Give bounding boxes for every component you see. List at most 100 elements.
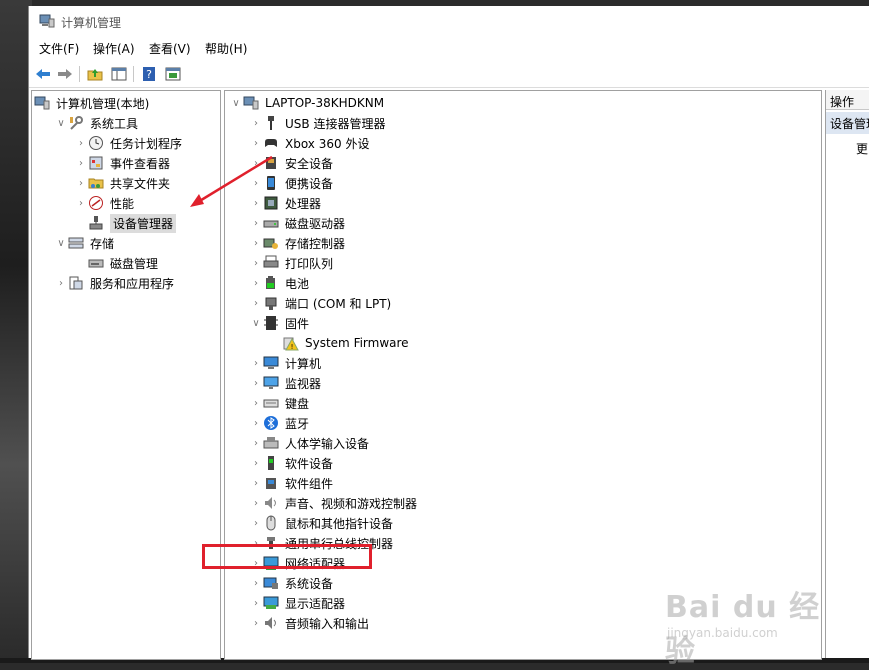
device-category[interactable]: › 端口 (COM 和 LPT) xyxy=(249,293,391,313)
properties-button[interactable] xyxy=(163,64,183,84)
menu-help[interactable]: 帮助(H) xyxy=(205,40,247,57)
device-category[interactable]: › 监视器 xyxy=(249,373,321,393)
up-folder-button[interactable] xyxy=(85,64,105,84)
chevron-right-icon[interactable]: › xyxy=(249,153,263,173)
device-category[interactable]: › 软件组件 xyxy=(249,473,333,493)
chevron-down-icon[interactable]: ∨ xyxy=(54,113,68,133)
device-category[interactable]: ∨ 固件 xyxy=(249,313,309,333)
device-tree-root[interactable]: ∨ LAPTOP-38KHDKNM xyxy=(229,93,384,113)
tree-item-label: 系统工具 xyxy=(90,116,139,131)
chevron-down-icon[interactable]: ∨ xyxy=(229,93,243,113)
device-category[interactable]: › 蓝牙 xyxy=(249,413,309,433)
chevron-right-icon[interactable]: › xyxy=(249,133,263,153)
device-category[interactable]: › 键盘 xyxy=(249,393,309,413)
disk-management-icon xyxy=(88,259,104,268)
device-category-label: 鼠标和其他指针设备 xyxy=(285,516,394,531)
tree-item[interactable]: › 服务和应用程序 xyxy=(54,273,174,293)
tree-item[interactable]: 计算机管理(本地) xyxy=(34,93,149,113)
actions-header: 操作 xyxy=(826,90,869,110)
chevron-right-icon[interactable]: › xyxy=(249,613,263,633)
device-category-label: Xbox 360 外设 xyxy=(285,136,370,151)
tree-item-label: 存储 xyxy=(90,236,115,251)
tree-item[interactable]: › 任务计划程序 xyxy=(74,133,182,153)
device-category[interactable]: › 系统设备 xyxy=(249,573,333,593)
chevron-right-icon[interactable]: › xyxy=(74,193,88,213)
device-category[interactable]: › 安全设备 xyxy=(249,153,333,173)
chevron-right-icon[interactable]: › xyxy=(249,473,263,493)
chevron-right-icon[interactable]: › xyxy=(249,293,263,313)
device-category-label: 键盘 xyxy=(285,396,310,411)
chevron-right-icon[interactable]: › xyxy=(249,113,263,133)
chevron-right-icon[interactable]: › xyxy=(249,413,263,433)
menu-view[interactable]: 查看(V) xyxy=(149,40,191,57)
device-category[interactable]: › 便携设备 xyxy=(249,173,333,193)
device-category[interactable]: › 计算机 xyxy=(249,353,321,373)
folder-up-icon xyxy=(87,69,103,81)
device-category-label: 安全设备 xyxy=(285,156,334,171)
device-tree-root-label: LAPTOP-38KHDKNM xyxy=(265,96,385,110)
tree-item[interactable]: 设备管理器 xyxy=(74,213,177,233)
device-category[interactable]: › 处理器 xyxy=(249,193,321,213)
menu-file[interactable]: 文件(F) xyxy=(39,40,79,57)
actions-pane: 操作 设备管理器 更多操作 xyxy=(825,90,869,658)
chevron-right-icon[interactable]: › xyxy=(249,573,263,593)
tree-item[interactable]: › 共享文件夹 xyxy=(74,173,170,193)
chevron-right-icon[interactable]: › xyxy=(249,173,263,193)
device-category[interactable]: › USB 连接器管理器 xyxy=(249,113,385,133)
chevron-right-icon[interactable]: › xyxy=(74,133,88,153)
more-actions-link[interactable]: 更多操作 xyxy=(856,140,869,157)
chevron-right-icon[interactable]: › xyxy=(249,593,263,613)
tree-item[interactable]: › 性能 xyxy=(74,193,134,213)
device-category[interactable]: › 人体学输入设备 xyxy=(249,433,369,453)
console-tree-pane: 计算机管理(本地) ∨ 系统工具 › 任务计划程序 › 事件查看器 › 共享文件夹 › 性能 设备管理… xyxy=(31,90,221,660)
chevron-down-icon[interactable]: ∨ xyxy=(249,313,263,333)
chevron-right-icon[interactable]: › xyxy=(249,253,263,273)
chevron-right-icon[interactable]: › xyxy=(249,233,263,253)
show-hide-tree-button[interactable] xyxy=(109,64,129,84)
computer-management-window: 计算机管理 文件(F) 操作(A) 查看(V) 帮助(H) ? 计算机管理(本地… xyxy=(28,6,869,660)
storage-controller-icon xyxy=(263,238,278,249)
chevron-down-icon[interactable]: ∨ xyxy=(54,233,68,253)
chevron-right-icon[interactable]: › xyxy=(54,273,68,293)
menu-action[interactable]: 操作(A) xyxy=(93,40,135,57)
chevron-right-icon[interactable]: › xyxy=(249,493,263,513)
tree-item[interactable]: ∨ 系统工具 xyxy=(54,113,138,133)
device-category[interactable]: › 声音、视频和游戏控制器 xyxy=(249,493,417,513)
tree-item[interactable]: ∨ 存储 xyxy=(54,233,114,253)
hid-icon xyxy=(263,437,279,449)
computer-management-icon xyxy=(243,96,259,110)
device-category[interactable]: › 音频输入和输出 xyxy=(249,613,369,633)
device-category[interactable]: › Xbox 360 外设 xyxy=(249,133,369,153)
tree-item[interactable]: › 事件查看器 xyxy=(74,153,170,173)
device-category[interactable]: › 磁盘驱动器 xyxy=(249,213,345,233)
device-category[interactable]: › 鼠标和其他指针设备 xyxy=(249,513,393,533)
chevron-right-icon[interactable]: › xyxy=(74,173,88,193)
chevron-right-icon[interactable]: › xyxy=(249,513,263,533)
device-category-label: 蓝牙 xyxy=(285,416,310,431)
chevron-right-icon[interactable]: › xyxy=(249,273,263,293)
device-category[interactable]: › 电池 xyxy=(249,273,309,293)
chevron-right-icon[interactable]: › xyxy=(249,453,263,473)
chevron-right-icon[interactable]: › xyxy=(249,213,263,233)
tree-item[interactable]: 磁盘管理 xyxy=(74,253,158,273)
chevron-right-icon[interactable]: › xyxy=(249,373,263,393)
chevron-right-icon[interactable]: › xyxy=(249,193,263,213)
device-category[interactable]: › 软件设备 xyxy=(249,453,333,473)
chevron-right-icon[interactable]: › xyxy=(249,353,263,373)
chevron-right-icon[interactable]: › xyxy=(74,153,88,173)
device-category[interactable]: ! System Firmware xyxy=(269,333,409,353)
forward-button[interactable] xyxy=(55,64,75,84)
actions-subheader[interactable]: 设备管理器 xyxy=(826,112,869,134)
toolbar: ? xyxy=(29,61,869,88)
back-button[interactable] xyxy=(33,64,53,84)
chevron-right-icon[interactable]: › xyxy=(249,433,263,453)
monitor-icon xyxy=(263,376,279,389)
device-category[interactable]: › 打印队列 xyxy=(249,253,333,273)
device-category[interactable]: › 存储控制器 xyxy=(249,233,345,253)
storage-icon xyxy=(68,237,84,249)
chevron-right-icon[interactable]: › xyxy=(249,393,263,413)
title-bar[interactable]: 计算机管理 xyxy=(29,6,869,36)
tree-item-label: 计算机管理(本地) xyxy=(56,96,150,111)
help-button[interactable]: ? xyxy=(139,64,159,84)
device-category[interactable]: › 显示适配器 xyxy=(249,593,345,613)
